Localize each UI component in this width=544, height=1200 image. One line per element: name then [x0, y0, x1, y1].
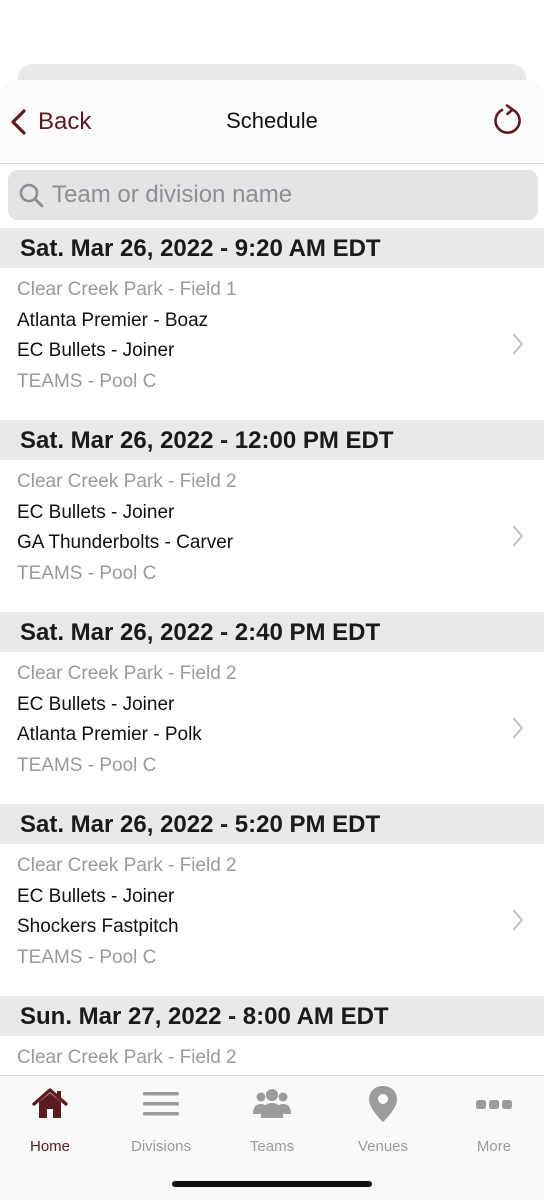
game-venue: Clear Creek Park - Field 2	[17, 855, 237, 876]
game-division: TEAMS - Pool C	[17, 370, 157, 392]
game-team-2: EC Bullets - Joiner	[17, 340, 175, 361]
game-venue: Clear Creek Park - Field 2	[17, 471, 237, 492]
game-division: TEAMS - Pool C	[17, 562, 157, 584]
chevron-right-icon	[512, 333, 524, 355]
section-header-date: Sat. Mar 26, 2022 - 9:20 AM EDT	[0, 228, 544, 268]
schedule-list: Sat. Mar 26, 2022 - 9:20 AM EDT Clear Cr…	[0, 228, 544, 1188]
map-pin-icon	[369, 1086, 397, 1122]
tab-venues[interactable]: Venues	[333, 1084, 433, 1155]
game-venue: Clear Creek Park - Field 2	[17, 1047, 237, 1068]
tab-label: Divisions	[130, 1138, 191, 1155]
tab-bar: Home Divisions Teams Venues More	[0, 1075, 544, 1200]
tab-teams[interactable]: Teams	[222, 1084, 322, 1155]
game-row[interactable]: Clear Creek Park - Field 1 Atlanta Premi…	[0, 268, 544, 420]
tab-more[interactable]: More	[444, 1084, 544, 1155]
chevron-right-icon	[512, 525, 524, 547]
chevron-right-icon	[512, 717, 524, 739]
tab-label: Teams	[249, 1138, 295, 1155]
tab-label: Venues	[357, 1138, 409, 1155]
refresh-icon	[494, 104, 521, 134]
more-icon	[476, 1100, 512, 1109]
refresh-button[interactable]	[490, 102, 526, 138]
game-division: TEAMS - Pool C	[17, 754, 157, 776]
game-venue: Clear Creek Park - Field 2	[17, 663, 237, 684]
page-title: Schedule	[226, 108, 318, 133]
tab-label: More	[476, 1138, 512, 1155]
people-icon	[253, 1089, 291, 1118]
game-team-2: Shockers Fastpitch	[17, 916, 179, 937]
game-venue: Clear Creek Park - Field 1	[17, 279, 237, 300]
chevron-right-icon	[512, 909, 524, 931]
tab-label: Home	[29, 1138, 70, 1155]
section-header-date: Sat. Mar 26, 2022 - 12:00 PM EDT	[0, 420, 544, 460]
game-row[interactable]: Clear Creek Park - Field 2 EC Bullets - …	[0, 844, 544, 996]
search-bar	[8, 170, 538, 220]
game-team-2: Atlanta Premier - Polk	[17, 724, 202, 745]
game-row[interactable]: Clear Creek Park - Field 2 EC Bullets - …	[0, 460, 544, 612]
game-division: TEAMS - Pool C	[17, 946, 157, 968]
section-header-date: Sat. Mar 26, 2022 - 2:40 PM EDT	[0, 612, 544, 652]
section-header-date: Sat. Mar 26, 2022 - 5:20 PM EDT	[0, 804, 544, 844]
game-team-1: EC Bullets - Joiner	[17, 693, 175, 715]
home-icon	[32, 1088, 68, 1118]
schedule-sheet: Back Schedule Sat. Mar 26, 2022 - 9:20 A…	[0, 80, 544, 1200]
search-input[interactable]	[52, 176, 522, 214]
game-team-1: Atlanta Premier - Boaz	[17, 309, 209, 331]
game-row[interactable]: Clear Creek Park - Field 2 EC Bullets - …	[0, 652, 544, 804]
search-icon	[19, 183, 44, 208]
list-icon	[143, 1092, 179, 1116]
tab-divisions[interactable]: Divisions	[111, 1084, 211, 1155]
section-header-date: Sun. Mar 27, 2022 - 8:00 AM EDT	[0, 996, 544, 1036]
game-team-1: EC Bullets - Joiner	[17, 501, 175, 523]
home-indicator	[172, 1181, 372, 1187]
game-team-2: GA Thunderbolts - Carver	[17, 532, 234, 553]
navigation-bar: Back Schedule	[0, 80, 544, 164]
game-team-1: EC Bullets - Joiner	[17, 885, 175, 907]
status-bar-area	[0, 0, 544, 66]
tab-home[interactable]: Home	[0, 1084, 100, 1155]
